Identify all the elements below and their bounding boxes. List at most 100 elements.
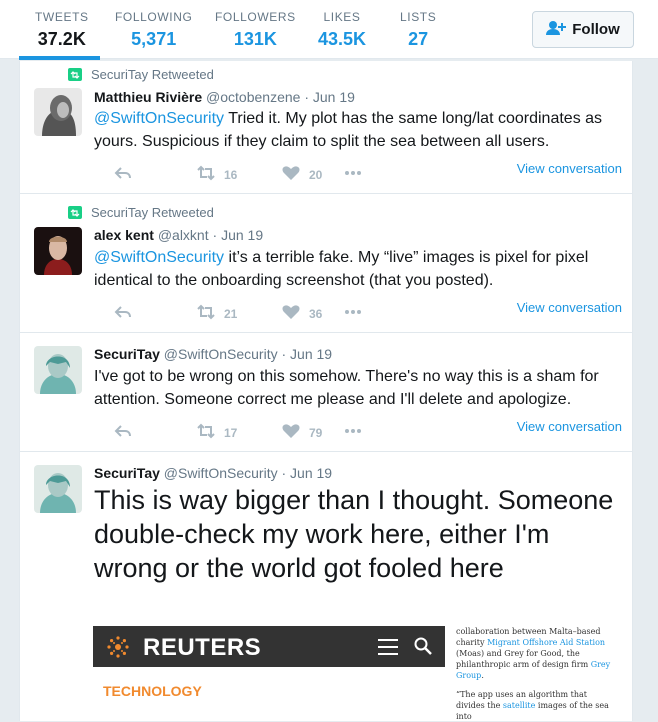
- avatar[interactable]: [34, 465, 82, 513]
- stat-label: LIKES: [323, 10, 361, 24]
- display-name[interactable]: SecuriTay: [94, 465, 160, 481]
- display-name[interactable]: Matthieu Rivière: [94, 89, 202, 105]
- retweet-context: SecuriTay Retweeted: [68, 205, 214, 220]
- news-header-bar[interactable]: REUTERS: [93, 626, 445, 667]
- active-tab-indicator: [19, 56, 100, 60]
- timestamp[interactable]: Jun 19: [290, 465, 332, 481]
- stat-label: FOLLOWERS: [215, 10, 296, 24]
- like-button[interactable]: 79: [282, 423, 322, 442]
- tweet-header: SecuriTay @SwiftOnSecurity · Jun 19: [94, 465, 332, 481]
- reply-icon: [114, 165, 132, 184]
- retweet-count: 16: [224, 167, 238, 182]
- separator-dot: ·: [281, 346, 287, 362]
- retweet-context-text: SecuriTay Retweeted: [91, 205, 214, 220]
- tweet[interactable]: SecuriTay Retweeted Matthieu Rivière @oc…: [20, 61, 632, 194]
- stat-label: LISTS: [400, 10, 437, 24]
- like-button[interactable]: 20: [282, 165, 322, 184]
- more-button[interactable]: [344, 165, 362, 184]
- retweet-badge-icon: [68, 68, 82, 81]
- tweet-actions: 17 79: [94, 423, 394, 441]
- stat-followers[interactable]: FOLLOWERS 131K: [215, 10, 296, 50]
- reuters-logo-icon: [106, 635, 130, 659]
- follow-label: Follow: [572, 21, 620, 38]
- like-count: 79: [309, 425, 323, 440]
- mention-link[interactable]: @SwiftOnSecurity: [94, 110, 224, 127]
- avatar[interactable]: [34, 227, 82, 275]
- like-count: 20: [309, 167, 323, 182]
- tweet-actions: 16 20: [94, 165, 394, 183]
- tweet-header: SecuriTay @SwiftOnSecurity · Jun 19: [94, 346, 332, 362]
- display-name[interactable]: SecuriTay: [94, 346, 160, 362]
- separator-dot: ·: [212, 227, 218, 243]
- view-conversation-link[interactable]: View conversation: [517, 419, 622, 434]
- news-brand: REUTERS: [143, 634, 262, 661]
- reply-button[interactable]: [114, 304, 132, 323]
- retweet-icon: [197, 304, 215, 323]
- stat-value: 37.2K: [37, 29, 86, 49]
- tweet-text: I've got to be wrong on this somehow. Th…: [94, 368, 599, 408]
- avatar[interactable]: [34, 88, 82, 136]
- reply-button[interactable]: [114, 165, 132, 184]
- mention-link[interactable]: @SwiftOnSecurity: [94, 249, 224, 266]
- retweet-button[interactable]: 21: [197, 304, 237, 323]
- more-button[interactable]: [344, 423, 362, 442]
- reply-button[interactable]: [114, 423, 132, 442]
- add-user-icon: [546, 20, 567, 40]
- stat-value: 43.5K: [318, 29, 367, 49]
- timestamp[interactable]: Jun 19: [221, 227, 263, 243]
- timestamp[interactable]: Jun 19: [313, 89, 355, 105]
- retweet-icon: [197, 165, 215, 184]
- news-section-label: TECHNOLOGY: [103, 683, 202, 699]
- tweet-header: alex kent @alxknt · Jun 19: [94, 227, 263, 243]
- user-handle[interactable]: @alxknt: [158, 227, 209, 243]
- retweet-count: 21: [224, 306, 238, 321]
- profile-nav: TWEETS 37.2K FOLLOWING 5,371 FOLLOWERS 1…: [0, 0, 658, 60]
- article-link[interactable]: Migrant Offshore Aid Station: [487, 638, 605, 647]
- stat-lists[interactable]: LISTS 27: [400, 10, 436, 50]
- view-conversation-link[interactable]: View conversation: [517, 300, 622, 315]
- user-handle[interactable]: @SwiftOnSecurity: [164, 465, 278, 481]
- heart-icon: [282, 165, 300, 184]
- stat-label: FOLLOWING: [115, 10, 193, 24]
- article-text: (Moas) and Grey for Good, the philanthro…: [456, 649, 591, 669]
- stat-value: 131K: [233, 29, 277, 49]
- stat-value: 5,371: [131, 29, 177, 49]
- article-paragraph: collaboration between Malta–based charit…: [456, 626, 616, 681]
- tweet[interactable]: SecuriTay Retweeted alex kent @alxknt · …: [20, 194, 632, 333]
- timestamp[interactable]: Jun 19: [290, 346, 332, 362]
- user-handle[interactable]: @SwiftOnSecurity: [164, 346, 278, 362]
- reply-icon: [114, 423, 132, 442]
- search-icon[interactable]: [414, 637, 432, 655]
- tweet-header: Matthieu Rivière @octobenzene · Jun 19: [94, 89, 355, 105]
- tweet-text: @SwiftOnSecurity it’s a terrible fake. M…: [94, 246, 624, 292]
- stat-likes[interactable]: LIKES 43.5K: [318, 10, 366, 50]
- heart-icon: [282, 304, 300, 323]
- user-handle[interactable]: @octobenzene: [206, 89, 300, 105]
- reply-icon: [114, 304, 132, 323]
- timeline: SecuriTay Retweeted Matthieu Rivière @oc…: [19, 61, 633, 721]
- separator-dot: ·: [281, 465, 287, 481]
- display-name[interactable]: alex kent: [94, 227, 154, 243]
- tweet[interactable]: SecuriTay @SwiftOnSecurity · Jun 19 I've…: [20, 333, 632, 452]
- view-conversation-link[interactable]: View conversation: [517, 161, 622, 176]
- more-dots-icon: [344, 423, 362, 442]
- article-paragraph: “The app uses an algorithm that divides …: [456, 689, 616, 722]
- retweet-button[interactable]: 17: [197, 423, 237, 442]
- retweet-button[interactable]: 16: [197, 165, 237, 184]
- avatar[interactable]: [34, 346, 82, 394]
- hamburger-menu-icon[interactable]: [378, 639, 398, 655]
- retweet-count: 17: [224, 425, 238, 440]
- like-count: 36: [309, 306, 323, 321]
- stat-following[interactable]: FOLLOWING 5,371: [115, 10, 192, 50]
- stat-tweets[interactable]: TWEETS 37.2K: [35, 10, 89, 50]
- retweet-context-text: SecuriTay Retweeted: [91, 67, 214, 82]
- more-button[interactable]: [344, 304, 362, 323]
- heart-icon: [282, 423, 300, 442]
- article-text: .: [481, 671, 484, 680]
- like-button[interactable]: 36: [282, 304, 322, 323]
- tweet-text: This is way bigger than I thought. Someo…: [94, 485, 614, 583]
- tweet-text: @SwiftOnSecurity Tried it. My plot has t…: [94, 107, 624, 153]
- follow-button[interactable]: Follow: [532, 11, 634, 48]
- stat-label: TWEETS: [35, 10, 89, 24]
- tweet-actions: 21 36: [94, 304, 394, 322]
